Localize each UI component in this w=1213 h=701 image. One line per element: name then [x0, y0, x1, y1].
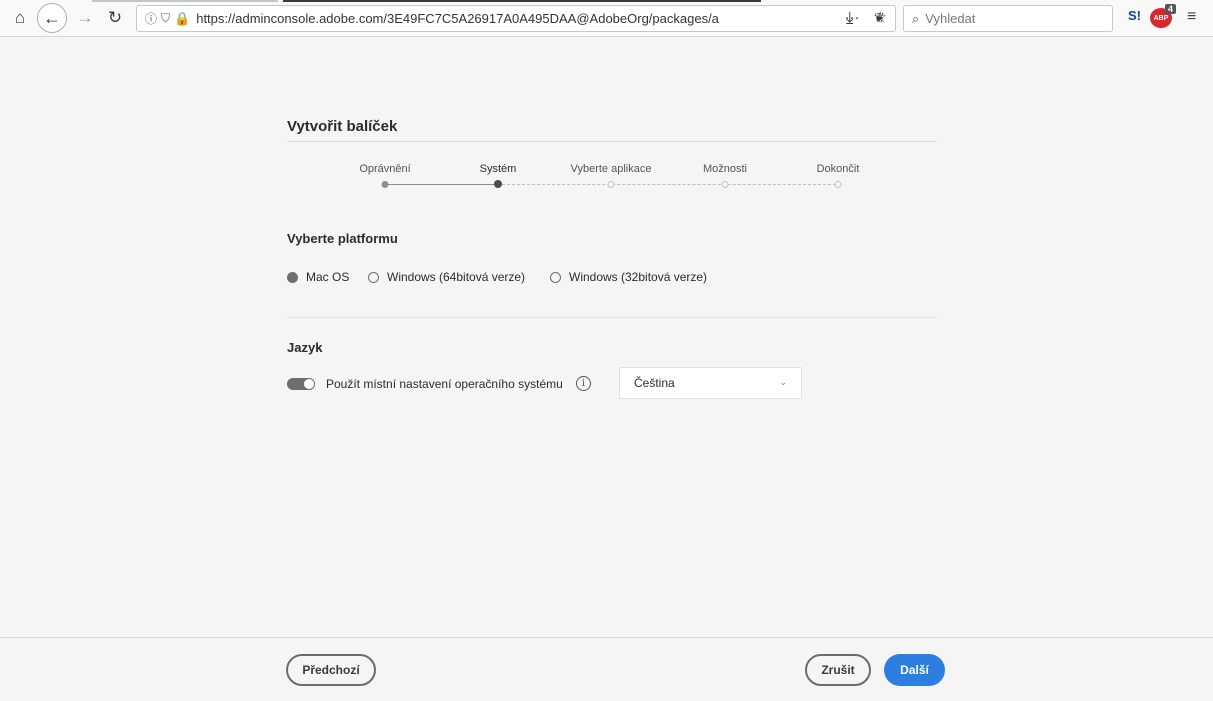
adblock-label: ABP: [1153, 14, 1169, 22]
extension-s-icon[interactable]: S!: [1128, 8, 1141, 23]
download-icon[interactable]: ⤓: [846, 6, 854, 30]
home-icon[interactable]: ⌂: [8, 6, 32, 30]
footer-divider: [0, 637, 1213, 638]
info-icon[interactable]: ⓘ: [145, 10, 157, 27]
step-dot-system: [494, 180, 502, 188]
browser-toolbar: ⌂ ← → ↻ ⓘ ⛉ 🔒 https://adminconsole.adobe…: [0, 0, 1213, 37]
step-label-moznosti: Možnosti: [702, 163, 748, 175]
language-selected-value: Čeština: [634, 376, 675, 390]
progress-line-todo: [502, 184, 836, 185]
radio-windows-32[interactable]: Windows (32bitová verze): [550, 270, 707, 284]
lock-icon[interactable]: 🔒: [174, 11, 190, 27]
title-divider: [287, 141, 937, 142]
forward-button[interactable]: →: [74, 6, 96, 30]
pocket-icon[interactable]: ❦: [874, 6, 885, 30]
back-button[interactable]: ←: [37, 3, 67, 33]
step-label-opravneni: Oprávnění: [359, 163, 411, 175]
adblock-icon[interactable]: ABP 4: [1150, 4, 1176, 28]
page-title: Vytvořit balíček: [287, 118, 398, 135]
search-bar[interactable]: ⌕ Vyhledat: [903, 5, 1113, 32]
reload-button[interactable]: ↻: [104, 6, 126, 30]
language-select[interactable]: Čeština ⌄: [619, 367, 802, 399]
next-button[interactable]: Další: [884, 654, 945, 686]
search-placeholder: Vyhledat: [925, 11, 976, 26]
step-dot-vyberte-aplikace: [607, 181, 615, 188]
step-dot-moznosti: [721, 181, 729, 188]
chevron-down-icon: ⌄: [779, 377, 787, 387]
previous-button[interactable]: Předchozí: [286, 654, 376, 686]
progress-line-done: [388, 184, 496, 185]
radio-label: Mac OS: [306, 270, 350, 284]
section-divider: [287, 317, 937, 318]
radio-windows-64[interactable]: Windows (64bitová verze): [368, 270, 525, 284]
step-label-dokoncit: Dokončit: [816, 163, 860, 175]
step-dot-dokoncit: [834, 181, 842, 188]
url-text[interactable]: https://adminconsole.adobe.com/3E49FC7C5…: [196, 11, 741, 26]
step-label-vyberte-aplikace: Vyberte aplikace: [570, 163, 652, 175]
url-status-icons: ⓘ ⛉ 🔒: [145, 10, 190, 27]
menu-icon[interactable]: ≡: [1187, 8, 1196, 26]
locale-toggle-label: Použít místní nastavení operačního systé…: [326, 377, 563, 391]
toggle-knob: [304, 379, 314, 389]
locale-toggle[interactable]: [287, 378, 315, 390]
info-icon[interactable]: i: [576, 376, 591, 391]
radio-label: Windows (64bitová verze): [387, 270, 526, 284]
adblock-count-badge: 4: [1164, 4, 1176, 14]
platform-heading: Vyberte platformu: [287, 231, 398, 246]
shield-icon[interactable]: ⛉: [161, 11, 170, 26]
search-icon: ⌕: [912, 10, 920, 26]
cancel-button[interactable]: Zrušit: [805, 654, 871, 686]
radio-circle[interactable]: [368, 271, 379, 283]
active-tab-indicator: [283, 0, 761, 2]
radio-circle-checked[interactable]: [287, 271, 298, 283]
step-label-system: Systém: [479, 163, 517, 175]
address-bar[interactable]: ⓘ ⛉ 🔒 https://adminconsole.adobe.com/3E4…: [136, 5, 896, 32]
step-dot-opravneni: [381, 181, 389, 188]
radio-mac-os[interactable]: Mac OS: [287, 270, 349, 284]
language-heading: Jazyk: [287, 340, 323, 355]
radio-label: Windows (32bitová verze): [569, 270, 708, 284]
tab-indicator: [92, 0, 278, 2]
radio-circle[interactable]: [550, 271, 561, 283]
